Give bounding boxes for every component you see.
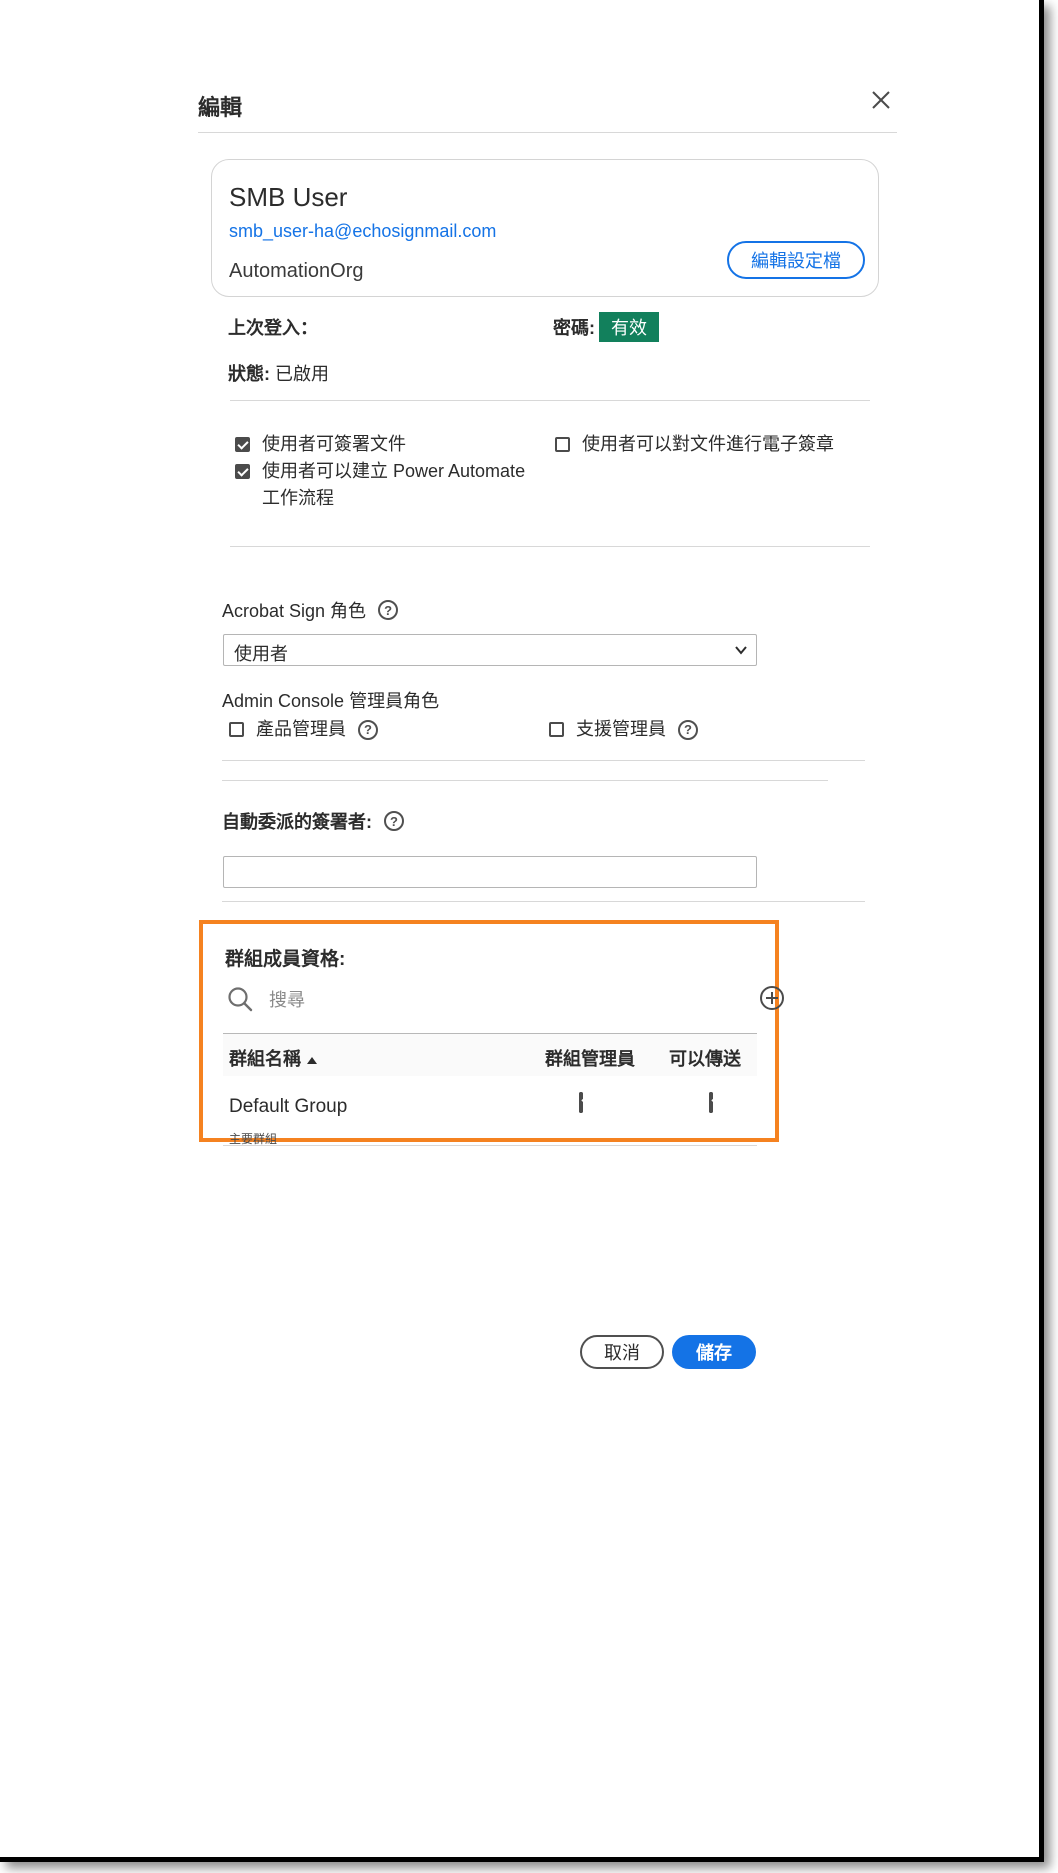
admin-product-checkbox[interactable] [229,722,244,737]
status-label: 狀態: [228,364,270,384]
permissions-divider [230,546,870,547]
permission-sign-label: 使用者可簽署文件 [262,434,406,454]
permission-power-automate-label: 使用者可以建立 Power Automate 工作流程 [262,458,525,512]
permission-sign-checkbox[interactable] [235,437,250,452]
admin-divider-2 [222,780,828,781]
group-search-input[interactable]: 搜尋 [269,986,305,1012]
row-divider [223,1145,757,1146]
group-membership-label: 群組成員資格: [225,949,346,970]
column-group-admin[interactable]: 群組管理員 [545,1045,635,1071]
title-divider [198,132,897,133]
column-can-send[interactable]: 可以傳送 [669,1045,741,1071]
group-can-send-checkbox[interactable] [709,1092,713,1113]
admin-divider-1 [222,760,865,761]
save-button[interactable]: 儲存 [672,1335,756,1369]
permission-power-automate-line1: 使用者可以建立 Power Automate [262,461,526,481]
screenshot-frame: 編輯 SMB User smb_user-ha@echosignmail.com… [0,0,1044,1862]
group-name: Default Group [229,1096,348,1117]
user-email-link[interactable]: smb_user-ha@echosignmail.com [229,221,496,242]
last-login-label: 上次登入： [228,318,318,338]
password-status-badge: 有效 [599,312,659,342]
sort-ascending-icon[interactable] [307,1056,317,1064]
admin-support-label: 支援管理員 [576,719,666,739]
acrobat-role-select[interactable]: 使用者 [223,634,757,666]
acrobat-role-selected: 使用者 [234,644,288,664]
add-group-icon[interactable] [759,985,785,1011]
password-label: 密碼: [553,318,595,338]
group-table-header: 群組名稱 群組管理員 可以傳送 [223,1034,757,1076]
delegate-input[interactable] [223,856,757,888]
delegate-help-icon[interactable]: ? [384,811,404,831]
group-admin-checkbox[interactable] [579,1092,583,1113]
acrobat-role-help-icon[interactable]: ? [378,600,399,620]
password-row: 密碼: 有效 [553,312,659,342]
status-value: 已啟用 [275,364,330,384]
group-search[interactable]: 搜尋 [227,986,305,1012]
admin-product-label: 產品管理員 [256,719,346,739]
cancel-button[interactable]: 取消 [580,1335,664,1369]
permission-power-automate-checkbox[interactable] [235,464,250,479]
table-row[interactable]: Default Group 主要群組 [223,1076,757,1146]
permission-sign-documents[interactable]: 使用者可簽署文件 [235,431,406,458]
status-divider [230,400,870,401]
admin-console-label: Admin Console 管理員角色 [222,691,440,711]
acrobat-role-label: Acrobat Sign 角色 [222,601,367,621]
search-icon[interactable] [227,986,253,1012]
close-icon[interactable] [865,84,897,116]
permission-power-automate[interactable]: 使用者可以建立 Power Automate 工作流程 [235,458,525,512]
dialog-title: 編輯 [198,95,243,120]
user-card: SMB User smb_user-ha@echosignmail.com Au… [211,159,879,297]
status-row: 狀態: 已啟用 [228,360,329,386]
user-name: SMB User [229,182,348,212]
permission-power-automate-line2: 工作流程 [262,488,334,508]
delegate-divider [222,901,865,902]
permission-digital-sign-label: 使用者可以對文件進行電子簽章 [582,434,834,454]
admin-product-help-icon[interactable]: ? [358,719,378,740]
delegate-label: 自動委派的簽署者: [222,812,372,832]
admin-support-checkbox[interactable] [549,722,564,737]
admin-product-option[interactable]: 產品管理員 ? [229,716,378,743]
permission-digital-sign-checkbox[interactable] [555,437,570,452]
column-group-name[interactable]: 群組名稱 [229,1045,317,1071]
delegate-label-row: 自動委派的簽署者: ? [222,808,404,834]
edit-profile-button[interactable]: 編輯設定檔 [727,241,865,279]
column-group-name-label: 群組名稱 [229,1049,301,1069]
admin-support-help-icon[interactable]: ? [678,719,698,740]
acrobat-role-label-row: Acrobat Sign 角色 ? [222,597,399,623]
admin-support-option[interactable]: 支援管理員 ? [549,716,698,743]
close-button[interactable] [865,84,897,116]
permission-digital-sign[interactable]: 使用者可以對文件進行電子簽章 [555,431,834,458]
chevron-down-icon [735,646,747,655]
user-org: AutomationOrg [229,260,364,282]
